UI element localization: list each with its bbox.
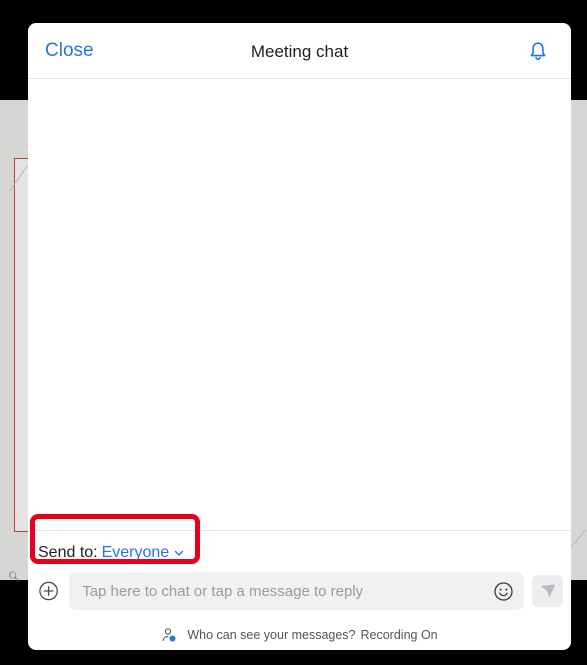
compose-area: Send to: Everyone Tap here to chat or ta… <box>28 514 571 650</box>
send-icon <box>540 584 555 598</box>
bg-search-icon: 🔍︎ <box>8 572 21 583</box>
person-icon <box>163 628 176 642</box>
send-to-dropdown[interactable]: Everyone <box>102 544 185 562</box>
send-to-value: Everyone <box>101 544 170 561</box>
chat-header: Close Meeting chat <box>28 23 571 79</box>
send-to-label: Send to: <box>38 544 98 561</box>
privacy-question: Who can see your messages? <box>187 628 356 642</box>
privacy-notice[interactable]: Who can see your messages? Recording On <box>28 627 571 643</box>
chevron-down-icon <box>175 550 184 556</box>
smiley-icon[interactable] <box>493 581 514 602</box>
chat-input-row <box>36 571 563 611</box>
send-to-row: Send to: Everyone <box>38 544 184 562</box>
chat-message-list[interactable] <box>28 80 571 530</box>
page-title: Meeting chat <box>250 42 349 61</box>
recording-status: Recording On <box>360 628 438 642</box>
chat-input-container <box>69 572 525 610</box>
bell-icon[interactable] <box>527 40 549 62</box>
meeting-chat-modal: Close Meeting chat Send to: Everyone Tap… <box>28 23 571 650</box>
chat-input[interactable] <box>69 572 470 610</box>
send-button[interactable] <box>532 575 563 607</box>
plus-circle-icon[interactable] <box>38 580 59 602</box>
